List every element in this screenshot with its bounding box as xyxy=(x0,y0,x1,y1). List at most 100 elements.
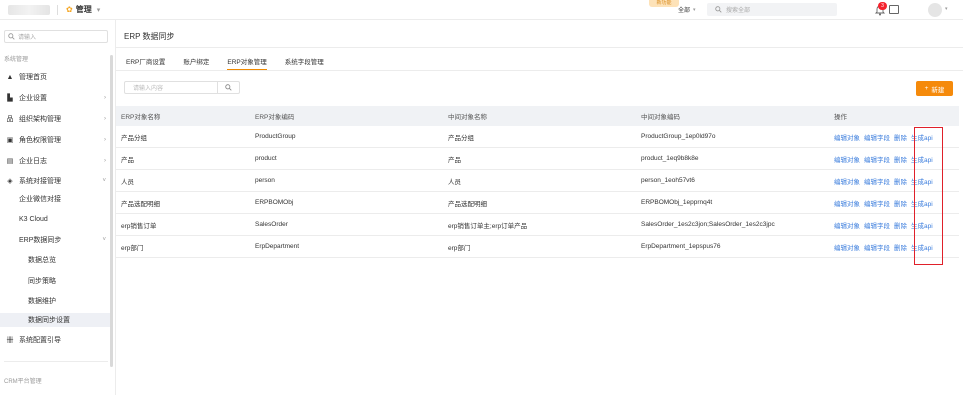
sidebar-item-label: 系统配置引导 xyxy=(19,337,61,344)
edit-object-link[interactable]: 编辑对象 xyxy=(834,176,860,186)
divider xyxy=(57,5,58,15)
chevron-right-icon: › xyxy=(104,158,106,164)
object-search-input[interactable]: 请输入内容 xyxy=(124,81,240,94)
edit-fields-link[interactable]: 编辑字段 xyxy=(864,176,890,186)
divider xyxy=(116,70,963,71)
page-title: ERP 数据同步 xyxy=(124,32,175,41)
sidebar-search-input[interactable]: 请输入 xyxy=(4,30,108,43)
erp-object-table: ERP对象名称 ERP对象编码 中间对象名称 中间对象编码 操作 产品分组 Pr… xyxy=(116,106,959,258)
edit-object-link[interactable]: 编辑对象 xyxy=(834,198,860,208)
tab-erp-object-management[interactable]: ERP对象管理 xyxy=(227,56,268,71)
company-logo[interactable] xyxy=(8,5,50,15)
chevron-down-icon: ▾ xyxy=(693,6,696,13)
edit-object-link[interactable]: 编辑对象 xyxy=(834,220,860,230)
sidebar-item-label: 企业日志 xyxy=(19,158,47,165)
erp-object-name: erp部门 xyxy=(121,244,144,252)
edit-fields-link[interactable]: 编辑字段 xyxy=(864,132,890,142)
sidebar-search-placeholder: 请输入 xyxy=(18,35,37,41)
delete-link[interactable]: 删除 xyxy=(894,242,907,252)
search-button[interactable] xyxy=(217,82,239,93)
table-row: erp部门 ErpDepartment erp部门 ErpDepartment_… xyxy=(116,236,959,258)
edit-object-link[interactable]: 编辑对象 xyxy=(834,154,860,164)
sidebar-item-system-integration[interactable]: ◈ 系统对接管理 ˅ xyxy=(0,174,110,188)
building-icon: ▙ xyxy=(7,95,13,102)
chevron-down-icon: ˅ xyxy=(102,237,106,243)
global-search-input[interactable]: 搜索全部 xyxy=(707,3,837,16)
table-row: 产品 product 产品 product_1eq9b8k8e 编辑对象 编辑字… xyxy=(116,148,959,170)
sidebar-item-company-log[interactable]: ▤ 企业日志 › xyxy=(0,154,110,168)
search-scope-select[interactable]: 全部 ▾ xyxy=(678,5,696,15)
delete-link[interactable]: 删除 xyxy=(894,198,907,208)
tab-system-field-management[interactable]: 系统字段管理 xyxy=(285,56,324,71)
sidebar-scrollbar[interactable] xyxy=(110,55,113,367)
chevron-down-icon[interactable]: ▾ xyxy=(945,6,948,12)
edit-fields-link[interactable]: 编辑字段 xyxy=(864,198,890,208)
chevron-right-icon: › xyxy=(104,137,106,143)
new-feature-tag[interactable]: 新功能 xyxy=(649,0,679,7)
middle-object-name: erp销售订单主;erp订单产品 xyxy=(448,222,528,230)
sidebar-item-home[interactable]: ▲ 管理首页 xyxy=(0,70,110,84)
middle-object-code: ErpDepartment_1epspus76 xyxy=(641,243,721,250)
new-button-label: 新建 xyxy=(931,86,945,94)
middle-object-code: product_1eq9b8k8e xyxy=(641,155,699,162)
erp-object-name: 人员 xyxy=(121,178,134,186)
column-header: 中间对象编码 xyxy=(641,114,680,121)
edit-fields-link[interactable]: 编辑字段 xyxy=(864,242,890,252)
column-header: ERP对象编码 xyxy=(255,114,295,121)
middle-object-name: 产品分组 xyxy=(448,134,474,142)
chevron-down-icon: ▾ xyxy=(96,6,101,14)
tab-account-binding[interactable]: 账户绑定 xyxy=(183,56,209,71)
group-label-system: 系统管理 xyxy=(4,57,29,63)
sidebar-item-data-maintenance[interactable]: 数据维护 xyxy=(0,294,110,308)
sidebar-item-label: 企业设置 xyxy=(19,95,47,102)
edit-object-link[interactable]: 编辑对象 xyxy=(834,132,860,142)
erp-object-code: SalesOrder xyxy=(255,221,288,228)
sidebar-item-sync-settings[interactable]: 数据同步设置 xyxy=(0,313,110,327)
new-button[interactable]: + 新建 xyxy=(916,81,953,96)
sidebar-item-data-overview[interactable]: 数据总览 xyxy=(0,253,110,267)
middle-object-name: erp部门 xyxy=(448,244,471,252)
mail-icon[interactable] xyxy=(889,5,899,14)
id-card-icon: ▣ xyxy=(6,137,14,144)
delete-link[interactable]: 删除 xyxy=(894,132,907,142)
middle-object-name: 人员 xyxy=(448,178,461,186)
edit-fields-link[interactable]: 编辑字段 xyxy=(864,220,890,230)
column-header: ERP对象名称 xyxy=(121,114,161,121)
edit-fields-link[interactable]: 编辑字段 xyxy=(864,154,890,164)
sidebar-item-config-guide[interactable]: 卌 系统配置引导 xyxy=(0,333,110,347)
sidebar-item-company-settings[interactable]: ▙ 企业设置 › xyxy=(0,91,110,105)
sidebar-item-wecom[interactable]: 企业微信对接 xyxy=(0,192,110,206)
gear-icon: ✿ xyxy=(66,5,73,14)
column-header: 操作 xyxy=(834,114,847,121)
erp-object-name: erp销售订单 xyxy=(121,222,157,230)
sidebar-item-org-structure[interactable]: 品 组织架构管理 › xyxy=(0,112,110,126)
sidebar-item-role-permissions[interactable]: ▣ 角色权限管理 › xyxy=(0,133,110,147)
sidebar-item-k3-cloud[interactable]: K3 Cloud xyxy=(0,212,110,226)
column-header: 中间对象名称 xyxy=(448,114,487,121)
search-icon xyxy=(225,84,232,91)
edit-object-link[interactable]: 编辑对象 xyxy=(834,242,860,252)
sidebar-item-sync-strategy[interactable]: 同步策略 xyxy=(0,274,110,288)
tab-erp-vendor-settings[interactable]: ERP厂商设置 xyxy=(126,56,165,71)
sidebar-item-label: 组织架构管理 xyxy=(19,116,61,123)
delete-link[interactable]: 删除 xyxy=(894,154,907,164)
divider xyxy=(116,47,963,48)
middle-object-code: SalesOrder_1es2c3jon;SalesOrder_1es2c3jp… xyxy=(641,221,775,228)
app-switcher[interactable]: ✿ 管理 ▾ xyxy=(66,4,100,15)
erp-object-code: ProductGroup xyxy=(255,133,296,140)
erp-object-code: ErpDepartment xyxy=(255,243,300,250)
avatar[interactable] xyxy=(928,3,942,17)
middle-object-name: 产品 xyxy=(448,156,461,164)
table-row: erp销售订单 SalesOrder erp销售订单主;erp订单产品 Sale… xyxy=(116,214,959,236)
chevron-right-icon: › xyxy=(104,95,106,101)
sidebar-item-label: 管理首页 xyxy=(19,74,47,81)
delete-link[interactable]: 删除 xyxy=(894,176,907,186)
group-label-crm: CRM平台管理 xyxy=(4,379,42,385)
table-row: 产品分组 ProductGroup 产品分组 ProductGroup_1ep0… xyxy=(116,126,959,148)
sidebar-item-erp-sync[interactable]: ERP数据同步 ˅ xyxy=(0,233,110,247)
middle-object-code: ProductGroup_1ep0ld97o xyxy=(641,133,716,140)
log-icon: ▤ xyxy=(6,158,14,165)
delete-link[interactable]: 删除 xyxy=(894,220,907,230)
erp-object-code: ERPBOMObj xyxy=(255,199,294,206)
search-placeholder: 请输入内容 xyxy=(133,86,164,92)
